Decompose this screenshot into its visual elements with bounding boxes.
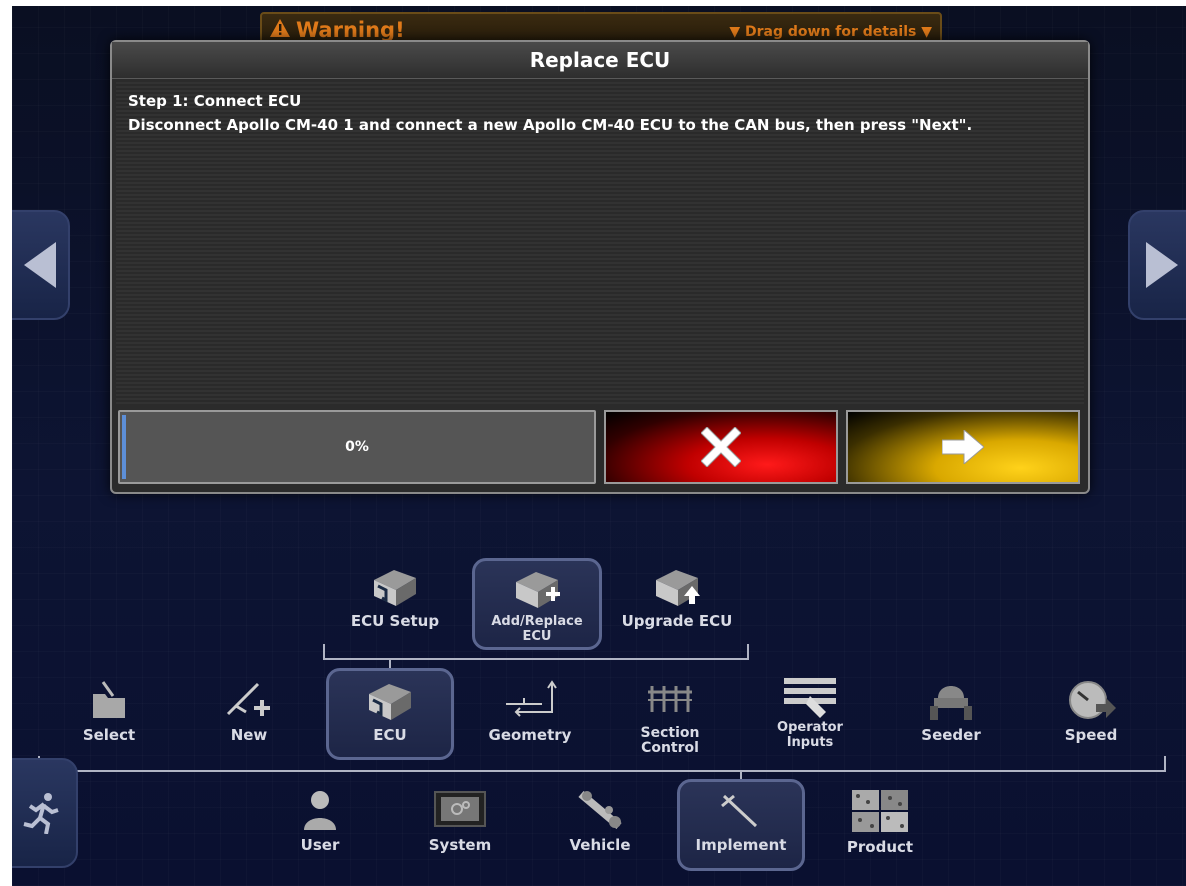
add-ecu-icon	[516, 572, 560, 608]
speed-button[interactable]: Speed	[1031, 678, 1151, 744]
new-implement-icon	[226, 682, 270, 716]
arrow-right-icon	[1146, 242, 1178, 288]
close-icon	[701, 427, 741, 467]
product-icon	[852, 790, 908, 832]
operator-inputs-button[interactable]: Operator Inputs	[750, 674, 870, 750]
implement-button[interactable]: Implement	[681, 788, 801, 854]
new-button[interactable]: New	[189, 678, 309, 744]
ecu-icon	[374, 570, 416, 606]
folder-icon	[93, 681, 125, 718]
user-icon	[304, 791, 336, 830]
product-button[interactable]: Product	[820, 788, 940, 856]
ecu-icon	[369, 684, 411, 720]
implement-icon	[721, 794, 758, 828]
cancel-button[interactable]	[604, 410, 838, 484]
step-instruction: Disconnect Apollo CM-40 1 and connect a …	[128, 116, 973, 134]
exit-running-person-icon	[23, 793, 59, 834]
dialog-title: Replace ECU	[112, 42, 1088, 79]
ecu-submenu-bracket	[323, 644, 749, 660]
seeder-button[interactable]: Seeder	[891, 678, 1011, 744]
vehicle-icon	[578, 790, 622, 830]
next-button[interactable]	[846, 410, 1080, 484]
previous-page-button[interactable]	[12, 210, 70, 320]
system-monitor-icon	[434, 791, 486, 827]
operator-inputs-icon	[784, 678, 836, 718]
speedometer-icon	[1069, 681, 1116, 719]
upgrade-ecu-button[interactable]: Upgrade ECU	[617, 564, 737, 630]
implement-menu-bracket	[38, 756, 1166, 772]
next-page-button[interactable]	[1128, 210, 1186, 320]
vehicle-button[interactable]: Vehicle	[540, 788, 660, 854]
screen: Warning! ▼ Drag down for details ▼ Repla…	[12, 6, 1186, 886]
warning-title: Warning!	[270, 18, 405, 42]
section-control-button[interactable]: Section Control	[610, 678, 730, 756]
ecu-button[interactable]: ECU	[330, 678, 450, 744]
ecu-setup-button[interactable]: ECU Setup	[335, 564, 455, 630]
add-replace-ecu-button[interactable]: Add/Replace ECU	[477, 566, 597, 644]
warning-triangle-icon	[270, 18, 290, 42]
dialog-body: Step 1: Connect ECU Disconnect Apollo CM…	[116, 82, 1084, 404]
replace-ecu-dialog: Replace ECU Step 1: Connect ECU Disconne…	[110, 40, 1090, 494]
progress-text: 0%	[345, 439, 369, 455]
warning-drag-hint: ▼ Drag down for details ▼	[729, 24, 932, 40]
geometry-button[interactable]: Geometry	[470, 678, 590, 744]
seeder-icon	[930, 686, 972, 720]
section-control-icon	[648, 686, 692, 712]
select-button[interactable]: Select	[49, 678, 169, 744]
arrow-right-icon	[942, 430, 984, 464]
geometry-icon	[506, 680, 557, 717]
step-heading: Step 1: Connect ECU	[128, 92, 302, 110]
exit-button[interactable]	[12, 758, 78, 868]
system-button[interactable]: System	[400, 788, 520, 854]
user-button[interactable]: User	[260, 788, 380, 854]
progress-bar: 0%	[118, 410, 596, 484]
upgrade-ecu-icon	[656, 570, 700, 606]
arrow-left-icon	[24, 242, 56, 288]
